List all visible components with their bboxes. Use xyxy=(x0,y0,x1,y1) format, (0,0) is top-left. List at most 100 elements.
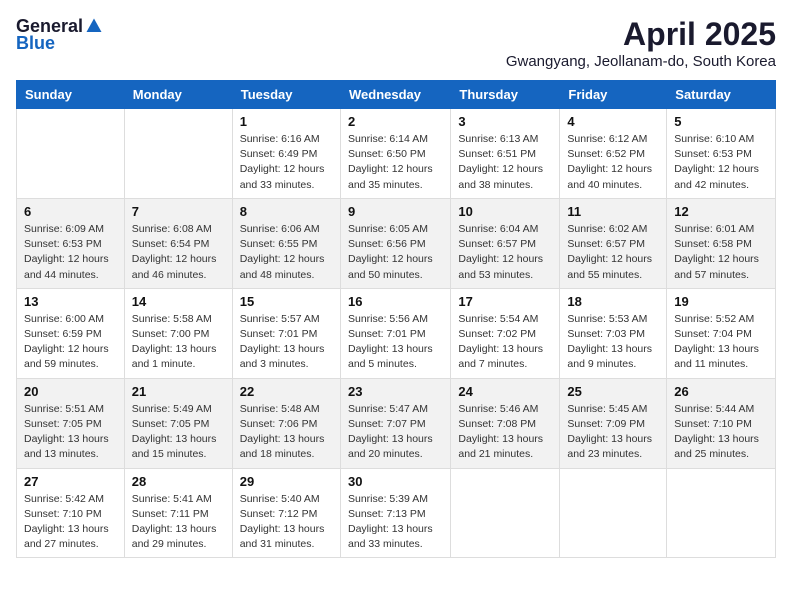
calendar-cell: 17Sunrise: 5:54 AMSunset: 7:02 PMDayligh… xyxy=(451,288,560,378)
calendar-cell: 12 Sunrise: 6:01 AMSunset: 6:58 PMDayligh… xyxy=(667,198,776,288)
day-info: Sunrise: 6:00 AMSunset: 6:59 PMDaylight:… xyxy=(24,312,117,373)
day-info: Sunrise: 5:40 AMSunset: 7:12 PMDaylight:… xyxy=(240,492,333,553)
calendar-week-row: 13Sunrise: 6:00 AMSunset: 6:59 PMDayligh… xyxy=(17,288,776,378)
calendar-cell: 18 Sunrise: 5:53 AMSunset: 7:03 PMDayligh… xyxy=(560,288,667,378)
day-info: Sunrise: 6:04 AMSunset: 6:57 PMDaylight:… xyxy=(458,222,552,283)
title-area: April 2025 Gwangyang, Jeollanam-do, Sout… xyxy=(506,16,776,70)
day-info: Sunrise: 6:16 AMSunset: 6:49 PMDaylight:… xyxy=(240,132,333,193)
calendar-cell: 6 Sunrise: 6:09 AMSunset: 6:53 PMDaylight… xyxy=(17,198,125,288)
day-info: Sunrise: 5:47 AMSunset: 7:07 PMDaylight:… xyxy=(348,402,443,463)
calendar-week-row: 1 Sunrise: 6:16 AMSunset: 6:49 PMDaylight… xyxy=(17,109,776,199)
day-number: 12 xyxy=(674,204,768,219)
calendar-cell xyxy=(667,468,776,558)
day-number: 28 xyxy=(132,474,225,489)
day-number: 17 xyxy=(458,294,552,309)
day-info: Sunrise: 5:48 AMSunset: 7:06 PMDaylight:… xyxy=(240,402,333,463)
day-info: Sunrise: 6:10 AMSunset: 6:53 PMDaylight:… xyxy=(674,132,768,193)
day-info: Sunrise: 6:01 AMSunset: 6:58 PMDaylight:… xyxy=(674,222,768,283)
day-number: 6 xyxy=(24,204,117,219)
calendar-cell: 11Sunrise: 6:02 AMSunset: 6:57 PMDayligh… xyxy=(560,198,667,288)
day-info: Sunrise: 5:45 AMSunset: 7:09 PMDaylight:… xyxy=(567,402,659,463)
day-number: 25 xyxy=(567,384,659,399)
calendar-cell: 19 Sunrise: 5:52 AMSunset: 7:04 PMDayligh… xyxy=(667,288,776,378)
day-number: 14 xyxy=(132,294,225,309)
calendar-cell: 4 Sunrise: 6:12 AMSunset: 6:52 PMDaylight… xyxy=(560,109,667,199)
day-number: 9 xyxy=(348,204,443,219)
day-info: Sunrise: 5:41 AMSunset: 7:11 PMDaylight:… xyxy=(132,492,225,553)
day-info: Sunrise: 6:12 AMSunset: 6:52 PMDaylight:… xyxy=(567,132,659,193)
calendar-cell: 10 Sunrise: 6:04 AMSunset: 6:57 PMDayligh… xyxy=(451,198,560,288)
day-number: 30 xyxy=(348,474,443,489)
day-info: Sunrise: 6:09 AMSunset: 6:53 PMDaylight:… xyxy=(24,222,117,283)
calendar-cell: 22 Sunrise: 5:48 AMSunset: 7:06 PMDayligh… xyxy=(232,378,340,468)
day-number: 16 xyxy=(348,294,443,309)
day-number: 3 xyxy=(458,114,552,129)
day-info: Sunrise: 6:08 AMSunset: 6:54 PMDaylight:… xyxy=(132,222,225,283)
day-info: Sunrise: 5:52 AMSunset: 7:04 PMDaylight:… xyxy=(674,312,768,373)
calendar-cell: 1 Sunrise: 6:16 AMSunset: 6:49 PMDaylight… xyxy=(232,109,340,199)
day-number: 11 xyxy=(567,204,659,219)
day-info: Sunrise: 6:05 AMSunset: 6:56 PMDaylight:… xyxy=(348,222,443,283)
day-number: 1 xyxy=(240,114,333,129)
day-of-week-header: Friday xyxy=(560,81,667,109)
day-info: Sunrise: 5:42 AMSunset: 7:10 PMDaylight:… xyxy=(24,492,117,553)
day-number: 29 xyxy=(240,474,333,489)
calendar-cell: 3 Sunrise: 6:13 AMSunset: 6:51 PMDaylight… xyxy=(451,109,560,199)
calendar-cell: 29 Sunrise: 5:40 AMSunset: 7:12 PMDayligh… xyxy=(232,468,340,558)
calendar-cell: 5Sunrise: 6:10 AMSunset: 6:53 PMDaylight… xyxy=(667,109,776,199)
logo-blue-text: Blue xyxy=(16,33,55,54)
day-of-week-header: Tuesday xyxy=(232,81,340,109)
calendar-cell: 14 Sunrise: 5:58 AMSunset: 7:00 PMDayligh… xyxy=(124,288,232,378)
day-info: Sunrise: 5:53 AMSunset: 7:03 PMDaylight:… xyxy=(567,312,659,373)
calendar-cell: 25 Sunrise: 5:45 AMSunset: 7:09 PMDayligh… xyxy=(560,378,667,468)
day-info: Sunrise: 6:06 AMSunset: 6:55 PMDaylight:… xyxy=(240,222,333,283)
calendar-header-row: SundayMondayTuesdayWednesdayThursdayFrid… xyxy=(17,81,776,109)
location-subtitle: Gwangyang, Jeollanam-do, South Korea xyxy=(506,53,776,70)
day-number: 23 xyxy=(348,384,443,399)
day-info: Sunrise: 5:58 AMSunset: 7:00 PMDaylight:… xyxy=(132,312,225,373)
day-number: 15 xyxy=(240,294,333,309)
month-year-title: April 2025 xyxy=(506,16,776,53)
day-of-week-header: Wednesday xyxy=(340,81,450,109)
day-of-week-header: Monday xyxy=(124,81,232,109)
calendar-cell: 26 Sunrise: 5:44 AMSunset: 7:10 PMDayligh… xyxy=(667,378,776,468)
calendar-cell xyxy=(17,109,125,199)
logo-icon xyxy=(85,17,103,35)
day-info: Sunrise: 6:13 AMSunset: 6:51 PMDaylight:… xyxy=(458,132,552,193)
calendar-cell: 24 Sunrise: 5:46 AMSunset: 7:08 PMDayligh… xyxy=(451,378,560,468)
day-info: Sunrise: 5:57 AMSunset: 7:01 PMDaylight:… xyxy=(240,312,333,373)
day-info: Sunrise: 5:44 AMSunset: 7:10 PMDaylight:… xyxy=(674,402,768,463)
calendar-cell: 16 Sunrise: 5:56 AMSunset: 7:01 PMDayligh… xyxy=(340,288,450,378)
day-number: 24 xyxy=(458,384,552,399)
calendar-cell: 27 Sunrise: 5:42 AMSunset: 7:10 PMDayligh… xyxy=(17,468,125,558)
calendar-cell xyxy=(124,109,232,199)
calendar-week-row: 6 Sunrise: 6:09 AMSunset: 6:53 PMDaylight… xyxy=(17,198,776,288)
day-info: Sunrise: 5:56 AMSunset: 7:01 PMDaylight:… xyxy=(348,312,443,373)
day-number: 27 xyxy=(24,474,117,489)
day-number: 21 xyxy=(132,384,225,399)
day-of-week-header: Thursday xyxy=(451,81,560,109)
day-number: 2 xyxy=(348,114,443,129)
day-number: 10 xyxy=(458,204,552,219)
calendar-week-row: 20 Sunrise: 5:51 AMSunset: 7:05 PMDayligh… xyxy=(17,378,776,468)
logo: General Blue xyxy=(16,16,103,54)
day-info: Sunrise: 5:46 AMSunset: 7:08 PMDaylight:… xyxy=(458,402,552,463)
day-number: 18 xyxy=(567,294,659,309)
calendar-cell: 7Sunrise: 6:08 AMSunset: 6:54 PMDaylight… xyxy=(124,198,232,288)
calendar-table: SundayMondayTuesdayWednesdayThursdayFrid… xyxy=(16,80,776,558)
day-number: 19 xyxy=(674,294,768,309)
calendar-cell xyxy=(560,468,667,558)
day-info: Sunrise: 5:51 AMSunset: 7:05 PMDaylight:… xyxy=(24,402,117,463)
page-header: General Blue April 2025 Gwangyang, Jeoll… xyxy=(16,16,776,70)
calendar-cell: 23 Sunrise: 5:47 AMSunset: 7:07 PMDayligh… xyxy=(340,378,450,468)
day-number: 20 xyxy=(24,384,117,399)
calendar-cell: 30Sunrise: 5:39 AMSunset: 7:13 PMDayligh… xyxy=(340,468,450,558)
day-number: 4 xyxy=(567,114,659,129)
day-of-week-header: Sunday xyxy=(17,81,125,109)
day-number: 22 xyxy=(240,384,333,399)
day-number: 8 xyxy=(240,204,333,219)
calendar-cell: 28 Sunrise: 5:41 AMSunset: 7:11 PMDayligh… xyxy=(124,468,232,558)
calendar-cell: 8 Sunrise: 6:06 AMSunset: 6:55 PMDaylight… xyxy=(232,198,340,288)
calendar-cell xyxy=(451,468,560,558)
day-number: 26 xyxy=(674,384,768,399)
